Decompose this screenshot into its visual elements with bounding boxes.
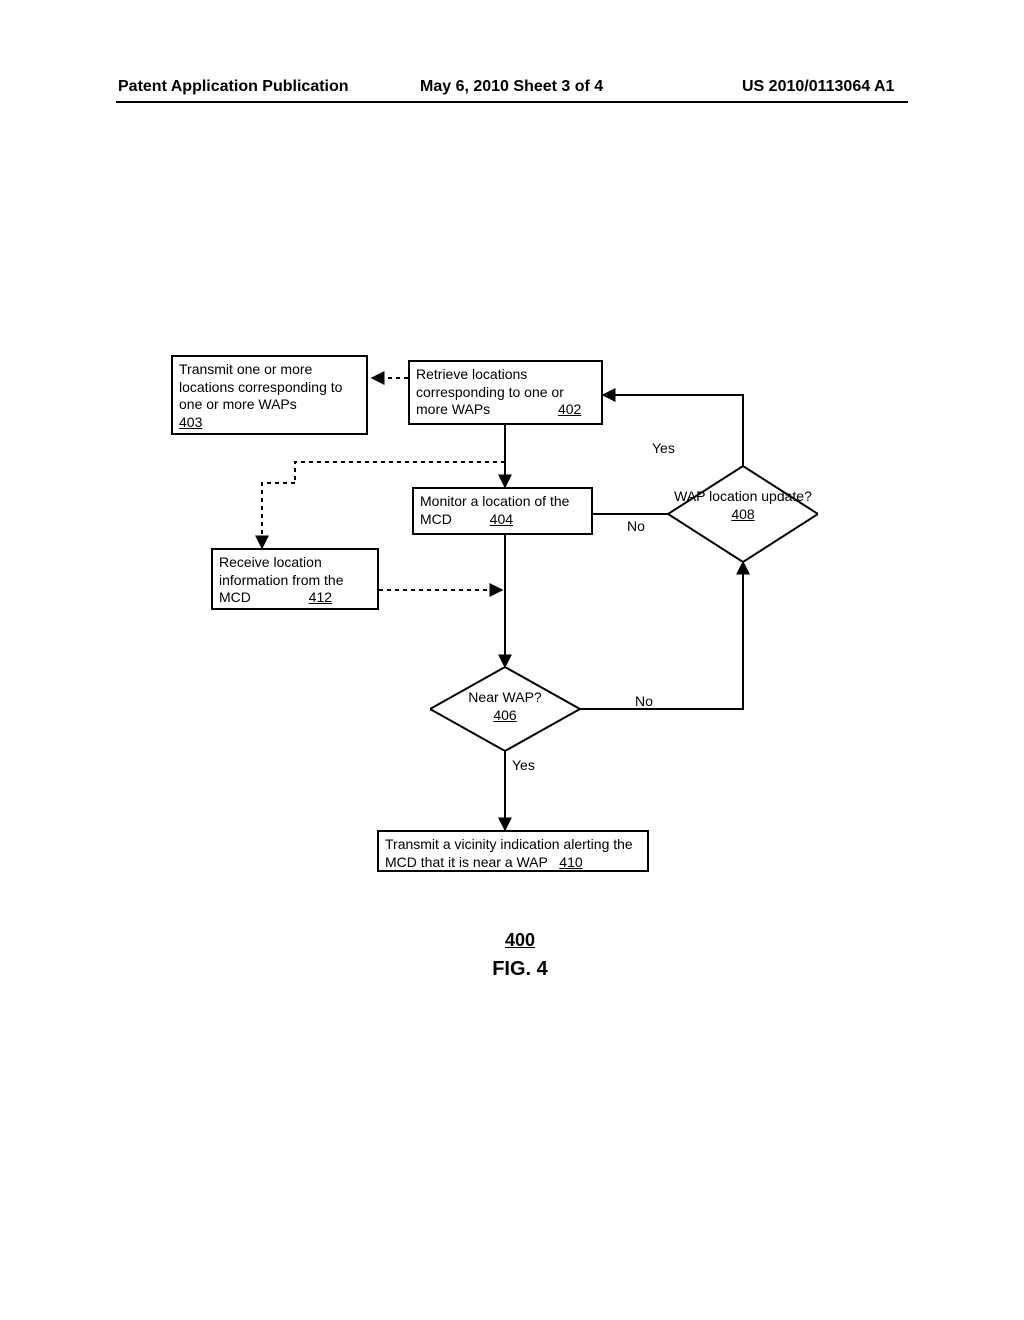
box-402-ref: 402 bbox=[558, 401, 581, 417]
box-404-ref: 404 bbox=[490, 511, 513, 527]
diamond-408: WAP location update? 408 bbox=[668, 466, 818, 562]
box-412-ref: 412 bbox=[309, 589, 332, 605]
box-403-text: Transmit one or more locations correspon… bbox=[179, 361, 342, 412]
flow-connectors bbox=[0, 0, 1024, 1320]
box-410-ref: 410 bbox=[559, 854, 582, 870]
header-rule bbox=[116, 101, 908, 103]
box-403-ref: 403 bbox=[179, 414, 202, 430]
diamond-406-ref: 406 bbox=[493, 707, 516, 723]
label-408-no: No bbox=[627, 518, 645, 534]
header-center: May 6, 2010 Sheet 3 of 4 bbox=[420, 78, 603, 96]
box-410: Transmit a vicinity indication alerting … bbox=[377, 830, 649, 872]
header-left: Patent Application Publication bbox=[118, 78, 349, 96]
diamond-406-text: Near WAP? bbox=[468, 689, 541, 705]
box-410-text: Transmit a vicinity indication alerting … bbox=[385, 836, 633, 870]
label-406-no: No bbox=[635, 693, 653, 709]
label-408-yes: Yes bbox=[652, 440, 675, 456]
page: Patent Application Publication May 6, 20… bbox=[0, 0, 1024, 1320]
box-412: Receive location information from the MC… bbox=[211, 548, 379, 610]
box-403: Transmit one or more locations correspon… bbox=[171, 355, 368, 435]
figure-number: 400 bbox=[490, 930, 550, 951]
diamond-408-text: WAP location update? bbox=[674, 488, 812, 504]
diamond-408-ref: 408 bbox=[731, 506, 754, 522]
diamond-406: Near WAP? 406 bbox=[430, 667, 580, 751]
box-404: Monitor a location of the MCD 404 bbox=[412, 487, 593, 535]
figure-label: FIG. 4 bbox=[480, 958, 560, 981]
header-right: US 2010/0113064 A1 bbox=[742, 78, 894, 96]
box-402-text: Retrieve locations corresponding to one … bbox=[416, 366, 564, 417]
box-402: Retrieve locations corresponding to one … bbox=[408, 360, 603, 425]
label-406-yes: Yes bbox=[512, 757, 535, 773]
